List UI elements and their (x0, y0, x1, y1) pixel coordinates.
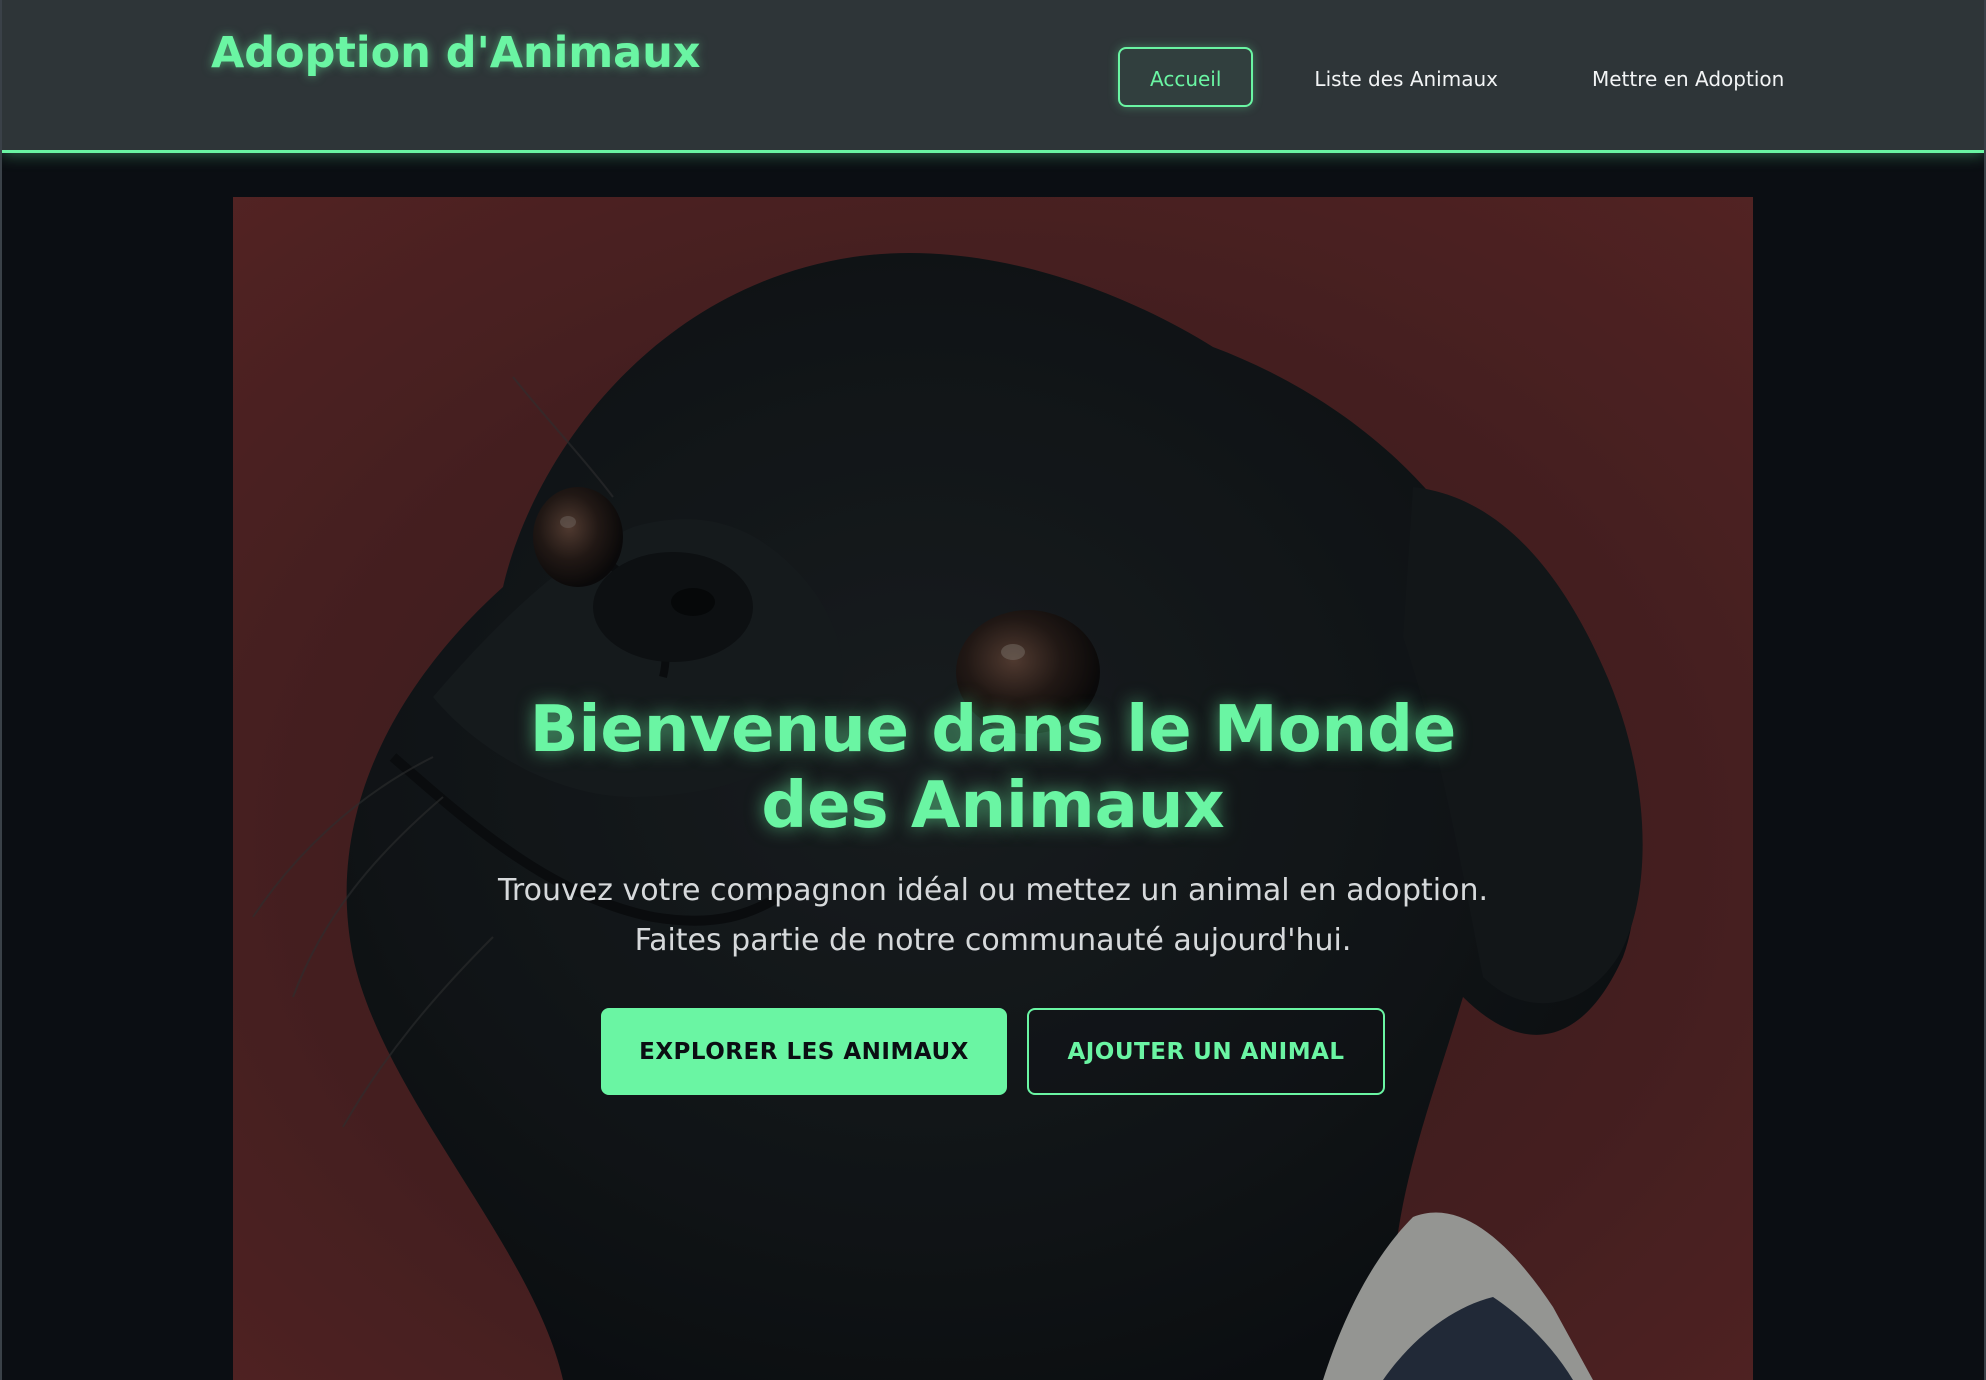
nav-link-liste-animaux[interactable]: Liste des Animaux (1281, 47, 1531, 107)
brand-logo[interactable]: Adoption d'Animaux (211, 28, 701, 78)
hero-subtitle: Trouvez votre compagnon idéal ou mettez … (498, 873, 1488, 958)
hero-title: Bienvenue dans le Monde des Animaux (529, 693, 1457, 843)
nav-link-mettre-en-adoption[interactable]: Mettre en Adoption (1559, 47, 1817, 107)
hero-actions: EXPLORER LES ANIMAUX AJOUTER UN ANIMAL (233, 1008, 1753, 1095)
add-animal-button[interactable]: AJOUTER UN ANIMAL (1027, 1008, 1385, 1095)
hero-section: Bienvenue dans le Monde des Animaux Trou… (233, 197, 1753, 1380)
page: Adoption d'Animaux Accueil Liste des Ani… (0, 0, 1986, 1380)
nav-link-accueil[interactable]: Accueil (1118, 47, 1254, 107)
explore-animals-button[interactable]: EXPLORER LES ANIMAUX (601, 1008, 1007, 1095)
nav-links: Accueil Liste des Animaux Mettre en Adop… (1118, 47, 1817, 107)
hero-content: Bienvenue dans le Monde des Animaux Trou… (233, 692, 1753, 1095)
navbar: Adoption d'Animaux Accueil Liste des Ani… (2, 0, 1984, 153)
